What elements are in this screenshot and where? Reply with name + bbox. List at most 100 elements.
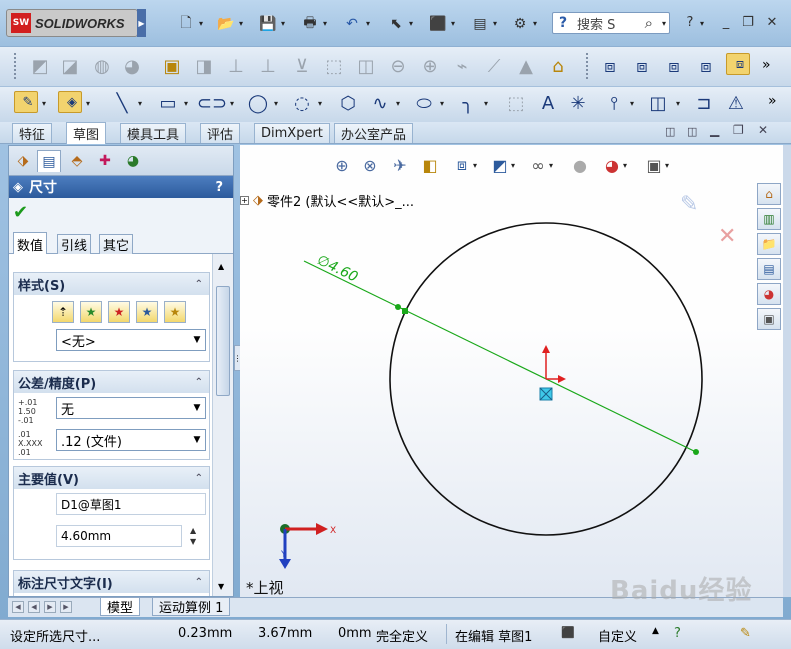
tolerance-group-header[interactable]: 公差/精度(P) ⌃ — [14, 371, 209, 393]
dome-icon[interactable]: ⊕ — [418, 54, 442, 78]
display-manager-tab-icon[interactable]: ◕ — [121, 150, 145, 172]
notification-icon[interactable]: ✎ — [740, 626, 751, 641]
task-pane-view-palette-icon[interactable]: ▤ — [757, 258, 781, 280]
tab-mold-tools[interactable]: 模具工具 — [120, 123, 187, 143]
view-isometric-icon[interactable]: ⧈ — [598, 54, 622, 78]
fillet-icon[interactable]: ⊥ — [224, 54, 248, 78]
add-style-icon[interactable]: ★ — [80, 301, 102, 323]
collapse-chevron-icon[interactable]: ⌃ — [195, 577, 203, 588]
arc-icon[interactable]: ◌ — [290, 91, 314, 115]
task-pane-custom-properties-icon[interactable]: ▣ — [757, 308, 781, 330]
convert-dropdown-icon[interactable]: ▾ — [676, 99, 680, 108]
tab-leaders[interactable]: 引线 — [57, 234, 92, 254]
help-dropdown-icon[interactable]: ▾ — [700, 19, 704, 28]
new-dropdown-icon[interactable]: ▾ — [199, 19, 203, 28]
style-select[interactable]: <无> ▼ — [56, 329, 206, 351]
tolerance-type-select[interactable]: 无 ▼ — [56, 397, 206, 419]
view-front-icon[interactable]: ⧈ — [694, 54, 718, 78]
search-help-icon[interactable]: ? — [553, 13, 573, 33]
quick-tips-icon[interactable]: ? — [674, 626, 681, 641]
undo-icon[interactable]: ↶ — [342, 14, 362, 34]
load-style-icon[interactable]: ★ — [164, 301, 186, 323]
lofted-boss-icon[interactable]: ◕ — [120, 54, 144, 78]
minimize-button[interactable]: _ — [716, 12, 736, 32]
pm-scrollbar[interactable]: ▲ ▼ — [212, 254, 233, 596]
select-pointer-icon[interactable]: ⬉ — [386, 14, 406, 34]
trim-dropdown-icon[interactable]: ▾ — [630, 99, 634, 108]
dimension-handle[interactable] — [402, 308, 408, 314]
properties-dropdown-icon[interactable]: ▾ — [493, 19, 497, 28]
ellipse-dropdown-icon[interactable]: ▾ — [440, 99, 444, 108]
status-units[interactable]: 自定义 — [598, 626, 637, 645]
pm-help-button[interactable]: ? — [215, 180, 223, 195]
tab-features[interactable]: 特征 — [12, 123, 53, 143]
restore-button[interactable]: ❐ — [738, 12, 758, 32]
diameter-dimension-text[interactable]: ∅4.60 — [314, 252, 360, 285]
polygon-icon[interactable]: ⬡ — [336, 91, 360, 115]
draft-icon[interactable]: ◫ — [354, 54, 378, 78]
doc-close-icon[interactable]: ✕ — [758, 123, 768, 137]
next-tab-nav-icon[interactable]: ▶ — [44, 601, 56, 613]
collapse-chevron-icon[interactable]: ⌃ — [195, 377, 203, 388]
slot-icon[interactable]: ⊂⊃ — [197, 91, 227, 115]
new-document-icon[interactable]: 🗋 — [176, 14, 196, 34]
ellipse-icon[interactable]: ⬭ — [412, 91, 436, 115]
units-dropdown-icon[interactable]: ▲ — [652, 626, 659, 636]
sketch-dropdown-icon[interactable]: ▾ — [42, 99, 46, 108]
view-dimetric-icon[interactable]: ⧈ — [662, 54, 686, 78]
line-dropdown-icon[interactable]: ▾ — [138, 99, 142, 108]
arc-dropdown-icon[interactable]: ▾ — [318, 99, 322, 108]
scroll-thumb[interactable] — [216, 286, 230, 396]
chamfer-icon[interactable]: ⊥ — [256, 54, 280, 78]
doc-restore-icon[interactable]: ❐ — [733, 123, 744, 137]
extruded-boss-icon[interactable]: ◩ — [28, 54, 52, 78]
confirm-corner-icon[interactable]: ✎ — [680, 192, 698, 217]
first-tab-nav-icon[interactable]: ◀ — [12, 601, 24, 613]
task-pane-appearances-icon[interactable]: ◕ — [757, 283, 781, 305]
doc-minimize-icon[interactable]: ▁ — [710, 123, 719, 137]
revolved-boss-icon[interactable]: ◪ — [58, 54, 82, 78]
rectangle-dropdown-icon[interactable]: ▾ — [184, 99, 188, 108]
rebuild-traffic-light-icon[interactable]: ⬛ — [428, 14, 448, 34]
toolbar-grip[interactable] — [14, 53, 18, 79]
tab-office-products[interactable]: 办公室产品 — [334, 123, 414, 143]
tab-value[interactable]: 数值 — [13, 232, 48, 255]
property-manager-tab-icon[interactable]: ▤ — [37, 150, 61, 172]
spline-dropdown-icon[interactable]: ▾ — [396, 99, 400, 108]
print-dropdown-icon[interactable]: ▾ — [323, 19, 327, 28]
tab-motion-study[interactable]: 运动算例 1 — [152, 598, 231, 616]
tab-other[interactable]: 其它 — [99, 234, 134, 254]
rebuild-status-icon[interactable]: ⬛ — [561, 626, 575, 639]
wrap-icon[interactable]: ⌁ — [450, 54, 474, 78]
dimension-value-field[interactable]: 4.60mm — [56, 525, 182, 547]
open-dropdown-icon[interactable]: ▾ — [239, 19, 243, 28]
prev-tab-nav-icon[interactable]: ◀ — [28, 601, 40, 613]
smart-dimension-icon[interactable]: ◈ — [58, 91, 82, 113]
fillet-dropdown-icon[interactable]: ▾ — [484, 99, 488, 108]
offset-entities-icon[interactable]: ⊐ — [692, 91, 716, 115]
reference-geometry-icon[interactable]: ▲ — [514, 54, 538, 78]
mirror-icon[interactable]: ⟋ — [482, 54, 506, 78]
circle-dropdown-icon[interactable]: ▾ — [274, 99, 278, 108]
help-icon[interactable]: ? — [680, 12, 700, 32]
save-dropdown-icon[interactable]: ▾ — [281, 19, 285, 28]
dimension-dropdown-icon[interactable]: ▾ — [86, 99, 90, 108]
close-button[interactable]: ✕ — [762, 12, 782, 32]
slot-dropdown-icon[interactable]: ▾ — [230, 99, 234, 108]
open-folder-icon[interactable]: 📂 — [216, 14, 236, 34]
feature-tree-tab-icon[interactable]: ⬗ — [11, 150, 35, 172]
hole-icon[interactable]: ⊖ — [386, 54, 410, 78]
tab-evaluate[interactable]: 评估 — [200, 123, 241, 143]
style-group-header[interactable]: 样式(S) ⌃ — [14, 273, 209, 295]
last-tab-nav-icon[interactable]: ▶ — [60, 601, 72, 613]
extruded-cut-icon[interactable]: ▣ — [160, 54, 184, 78]
revolved-cut-icon[interactable]: ◨ — [192, 54, 216, 78]
sketch-canvas[interactable]: ∅4.60 X Y ✎ ✕ — [240, 145, 783, 597]
shell-icon[interactable]: ⬚ — [322, 54, 346, 78]
mirror-entities-icon[interactable]: ⚠ — [724, 91, 748, 115]
dimension-name-field[interactable]: D1@草图1 — [56, 493, 206, 515]
doc-tile-icon[interactable]: ◫ — [665, 125, 675, 138]
scroll-up-icon[interactable]: ▲ — [218, 262, 224, 271]
view-trimetric-icon[interactable]: ⧈ — [630, 54, 654, 78]
plane-icon[interactable]: ⬚ — [504, 91, 528, 115]
